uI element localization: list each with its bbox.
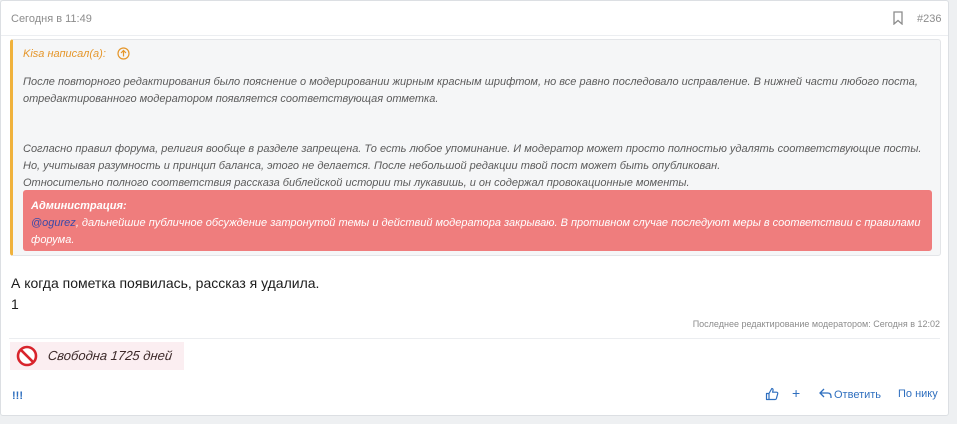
post-body: А когда пометка появилась, рассказ я уда… [11, 273, 319, 315]
post-body-line: 1 [11, 296, 19, 312]
plus-icon[interactable]: + [792, 385, 800, 401]
signature-divider [9, 338, 940, 339]
quote-paragraph-line: Относительно полного соответствия расска… [23, 177, 690, 189]
bookmark-icon[interactable] [892, 11, 904, 25]
post-date[interactable]: Сегодня в 11:49 [11, 13, 92, 25]
arrow-up-circle-icon[interactable] [117, 47, 130, 60]
post-header: Сегодня в 11:49 #236 [1, 1, 948, 36]
signature-text: Свободна 1725 дней [47, 348, 173, 363]
admin-message: , дальнейшие публичное обсуждение затрон… [31, 217, 921, 246]
admin-mention-link[interactable]: @ogurez [31, 217, 76, 229]
quote-paragraph: После повторного редактирования было поя… [23, 76, 918, 105]
admin-notice: Администрация: @ogurez, дальнейшие публи… [23, 190, 932, 251]
multiquote-icon[interactable]: !!! [12, 390, 23, 402]
forum-post: Сегодня в 11:49 #236 Kisa написал(а): По… [0, 0, 949, 416]
admin-notice-title: Администрация: [31, 200, 127, 212]
quote-block: Kisa написал(а): После повторного редакт… [10, 39, 941, 256]
signature-banner: Свободна 1725 дней [10, 342, 184, 370]
moderator-edit-note: Последнее редактирование модератором: Се… [692, 319, 940, 329]
thumbs-up-icon[interactable] [765, 387, 779, 401]
reply-icon [819, 388, 832, 398]
quote-paragraph-line: Согласно правил форума, религия вообще в… [23, 143, 922, 172]
quote-paragraph: Согласно правил форума, религия вообще в… [23, 141, 928, 192]
by-nick-button[interactable]: По нику [898, 388, 938, 400]
reply-label: Ответить [834, 389, 882, 401]
quote-author[interactable]: Kisa написал(а): [23, 48, 106, 60]
reply-button[interactable]: Ответить [819, 388, 881, 401]
ban-icon [16, 345, 38, 367]
post-body-line: А когда пометка появилась, рассказ я уда… [11, 275, 320, 291]
admin-notice-text: @ogurez, дальнейшие публичное обсуждение… [31, 215, 924, 249]
post-number[interactable]: #236 [917, 13, 941, 25]
